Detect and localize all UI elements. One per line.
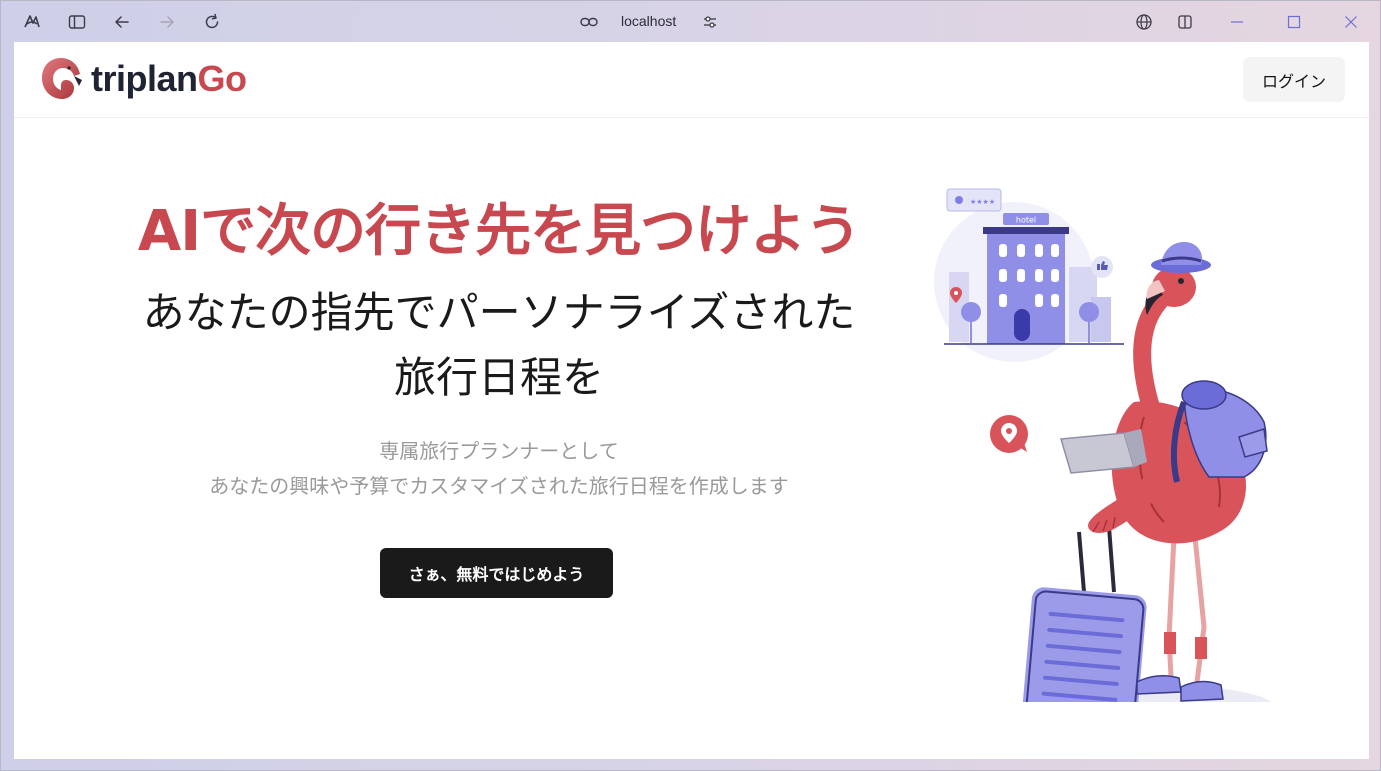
maximize-icon[interactable] <box>1281 9 1307 35</box>
brand-name: triplanGo <box>91 58 247 100</box>
page-viewport: triplanGo ログイン AIで次の行き先を見つけよう あなたの指先でパーソ… <box>14 42 1369 759</box>
login-button[interactable]: ログイン <box>1243 57 1345 102</box>
hero-description: 専属旅行プランナーとして あなたの興味や予算でカスタマイズされた旅行日程を作成し… <box>84 434 914 504</box>
suitcase <box>1022 526 1147 702</box>
hero-subtitle: あなたの指先でパーソナライズされた 旅行日程を <box>84 280 914 410</box>
sidebar-toggle-icon[interactable] <box>64 9 90 35</box>
split-view-icon[interactable] <box>1172 9 1198 35</box>
site-settings-icon[interactable] <box>701 13 719 31</box>
address-bar[interactable]: localhost <box>579 9 729 35</box>
browser-toolbar: localhost <box>1 1 1381 42</box>
hero-subtitle-line2: 旅行日程を <box>393 353 604 402</box>
hotel-scene: hotel ★★★★ <box>934 188 1124 362</box>
flamingo-traveler-illustration: hotel ★★★★ <box>934 188 1271 702</box>
hotel-sign-text: hotel <box>1016 216 1036 225</box>
brand-name-main: triplan <box>91 58 198 99</box>
back-arrow-icon[interactable] <box>109 9 135 35</box>
reload-icon[interactable] <box>199 9 225 35</box>
hero-description-line2: あなたの興味や予算でカスタマイズされた旅行日程を作成します <box>209 474 789 498</box>
brand-name-accent: Go <box>197 58 248 99</box>
site-logo[interactable]: triplanGo <box>36 54 247 104</box>
start-free-button[interactable]: さぁ、無料ではじめよう <box>380 548 613 598</box>
hero-subtitle-line1: あなたの指先でパーソナライズされた <box>142 288 856 337</box>
hero-section: AIで次の行き先を見つけよう あなたの指先でパーソナライズされた 旅行日程を 専… <box>84 192 914 504</box>
rating-stars-text: ★★★★ <box>970 198 995 206</box>
minimize-icon[interactable] <box>1224 9 1250 35</box>
url-text[interactable]: localhost <box>621 13 676 29</box>
browser-window: localhost triplanGo ログイン AIで次の行き先を見つけよう … <box>0 0 1381 771</box>
link-icon <box>579 13 599 31</box>
location-bubble <box>990 415 1028 453</box>
app-logo-icon[interactable] <box>19 9 45 35</box>
site-header: triplanGo ログイン <box>14 42 1369 118</box>
forward-arrow-icon[interactable] <box>154 9 180 35</box>
close-icon[interactable] <box>1338 9 1364 35</box>
hero-description-line1: 専属旅行プランナーとして <box>379 439 619 463</box>
globe-icon[interactable] <box>1131 9 1157 35</box>
flamingo-logo-icon <box>42 58 82 99</box>
hero-headline: AIで次の行き先を見つけよう <box>137 199 861 264</box>
